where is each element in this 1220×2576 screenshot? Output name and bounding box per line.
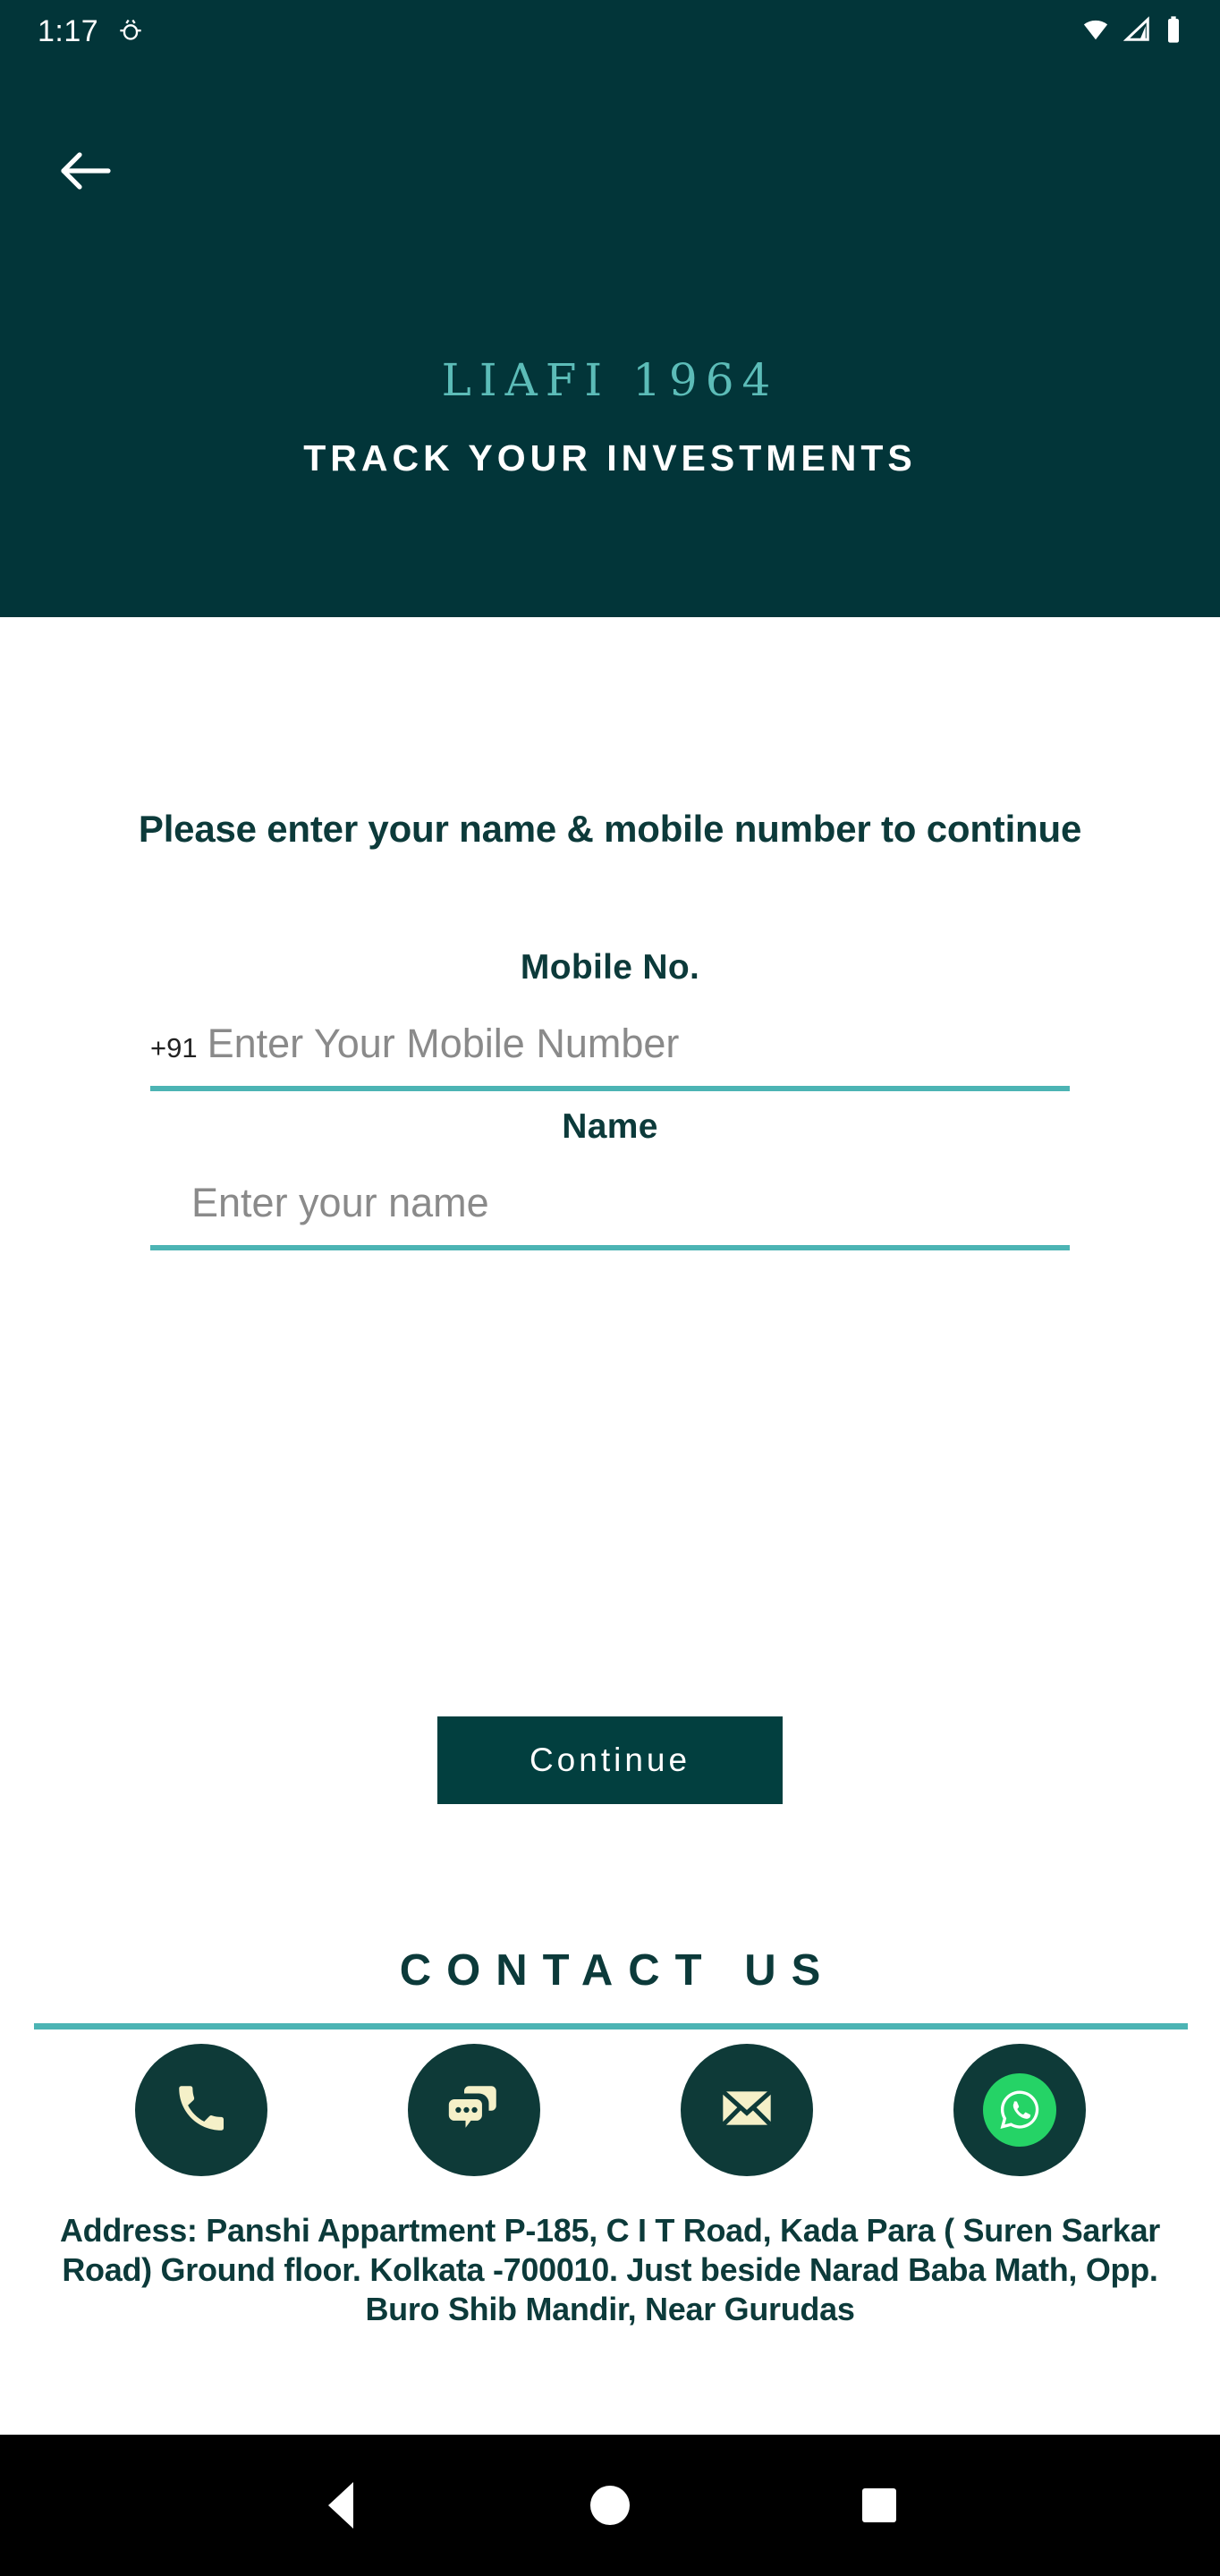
form-prompt: Please enter your name & mobile number t…: [138, 808, 1082, 850]
app-root: 1:17 LIAFI 1964 TRACK YOUR INVESTMENTS P…: [0, 0, 1220, 2576]
nav-recents-button[interactable]: [839, 2465, 919, 2546]
nav-recents-icon: [862, 2488, 897, 2522]
back-button[interactable]: [52, 139, 120, 207]
country-code-prefix: +91: [150, 1032, 198, 1063]
brand-subtitle: TRACK YOUR INVESTMENTS: [303, 437, 917, 479]
brand-block: LIAFI 1964 TRACK YOUR INVESTMENTS: [0, 356, 1220, 479]
continue-button[interactable]: Continue: [437, 1716, 783, 1804]
back-arrow-icon: [60, 150, 112, 196]
chat-icon: [445, 2079, 504, 2142]
android-nav-bar: [0, 2435, 1220, 2576]
wifi-icon: [1080, 16, 1111, 47]
phone-icon: [172, 2079, 231, 2142]
contact-icon-row: [0, 2044, 1220, 2176]
contact-chat-button[interactable]: [407, 2044, 540, 2176]
nav-back-icon: [327, 2482, 353, 2529]
email-icon: [718, 2080, 775, 2141]
mobile-field-block: Mobile No. +91: [0, 948, 1220, 1091]
contact-whatsapp-button[interactable]: [953, 2044, 1086, 2176]
nav-home-button[interactable]: [570, 2465, 650, 2546]
status-bar-clock: 1:17: [38, 14, 99, 48]
cellular-signal-icon: [1123, 15, 1152, 47]
android-debug-icon: [118, 16, 143, 47]
name-field-label: Name: [562, 1107, 658, 1146]
contact-address: Address: Panshi Appartment P-185, C I T …: [59, 2212, 1161, 2327]
brand-title: LIAFI 1964: [441, 354, 779, 406]
status-bar-left: 1:17: [38, 16, 143, 47]
whatsapp-icon: [982, 2073, 1056, 2147]
nav-home-icon: [589, 2486, 630, 2525]
name-input-row[interactable]: [150, 1172, 1070, 1250]
status-bar: 1:17: [0, 0, 1220, 63]
nav-back-button[interactable]: [301, 2465, 381, 2546]
contact-us-title: CONTACT US: [399, 1946, 836, 1995]
app-header: 1:17 LIAFI 1964 TRACK YOUR INVESTMENTS: [0, 0, 1220, 617]
content-area: Please enter your name & mobile number t…: [0, 617, 1220, 2435]
contact-phone-button[interactable]: [134, 2044, 267, 2176]
contact-divider: [34, 2023, 1188, 2029]
status-bar-right: [1080, 15, 1182, 48]
name-input[interactable]: [150, 1172, 1070, 1234]
battery-icon: [1165, 15, 1182, 48]
mobile-input-row[interactable]: +91: [150, 1013, 1070, 1091]
mobile-field-label: Mobile No.: [520, 948, 700, 987]
contact-email-button[interactable]: [680, 2044, 813, 2176]
mobile-number-input[interactable]: [207, 1013, 1070, 1075]
name-field-block: Name: [0, 1107, 1220, 1250]
